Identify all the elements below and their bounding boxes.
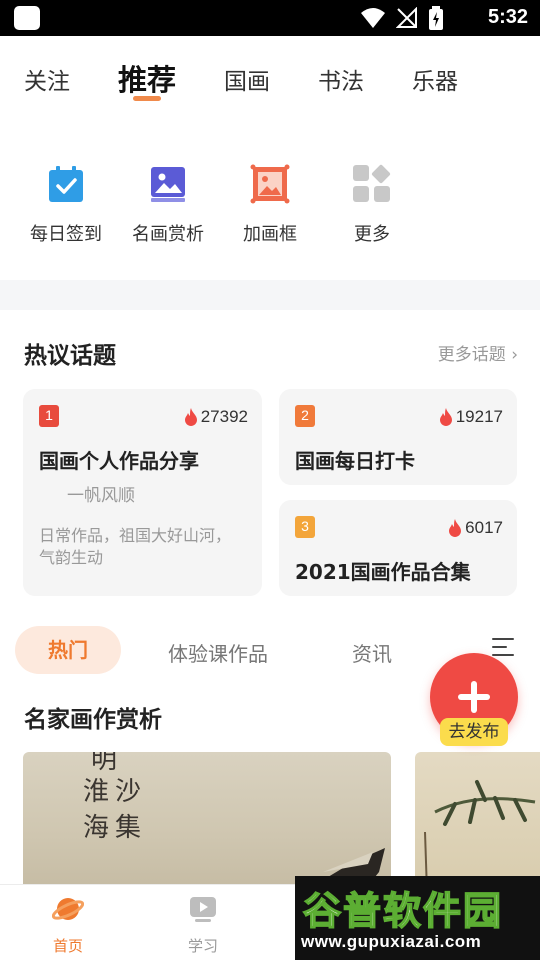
shortcut-famous-paintings[interactable]: 名画赏析	[113, 158, 223, 246]
heat-count: 6017	[448, 518, 503, 538]
flame-icon	[449, 519, 462, 537]
topic-card-3[interactable]: 3 6017 2021国画作品合集	[279, 500, 517, 596]
status-time: 5:32	[487, 6, 528, 28]
planet-icon	[51, 898, 85, 920]
feed-tab-trial-works[interactable]: 体验课作品	[168, 638, 268, 667]
painting-thumbnail[interactable]: 明 沙集 淮海	[23, 752, 391, 892]
chevron-right-icon: ›	[511, 345, 518, 365]
tab-instruments[interactable]: 乐器	[412, 62, 458, 96]
heat-value: 6017	[465, 518, 503, 537]
section-divider	[0, 280, 540, 310]
wifi-icon	[361, 8, 385, 28]
shortcut-add-frame[interactable]: 加画框	[215, 158, 325, 246]
heat-value: 19217	[455, 407, 503, 426]
shortcut-label: 每日签到	[30, 224, 102, 245]
topic-author: 一帆风顺	[67, 486, 135, 506]
shortcut-daily-checkin[interactable]: 每日签到	[11, 158, 121, 246]
nav-learn[interactable]: 学习	[163, 893, 243, 956]
grid-more-icon	[352, 164, 392, 204]
plus-icon-vertical	[471, 681, 477, 713]
shortcut-label: 更多	[354, 224, 390, 245]
topic-title: 2021国画作品合集	[295, 560, 471, 584]
shortcut-label: 加画框	[243, 224, 297, 245]
shortcut-more[interactable]: 更多	[317, 158, 427, 246]
frame-icon	[250, 164, 290, 204]
flame-icon	[439, 408, 452, 426]
topic-card-2[interactable]: 2 19217 国画每日打卡	[279, 389, 517, 485]
topic-description: 日常作品，祖国大好山河，气韵生动	[39, 526, 232, 567]
picture-icon	[148, 164, 188, 204]
heat-count: 27392	[184, 407, 248, 427]
flame-icon	[184, 408, 197, 426]
feed-tab-news[interactable]: 资讯	[352, 638, 392, 667]
battery-icon	[429, 6, 443, 30]
watermark-title: 谷普软件园	[302, 888, 504, 934]
feed-tab-hot[interactable]: 热门	[15, 626, 121, 674]
app-icon	[14, 6, 40, 30]
topic-title: 国画每日打卡	[295, 449, 415, 473]
topic-card-1[interactable]: 1 27392 国画个人作品分享 一帆风顺 日常作品，祖国大好山河，气韵生动	[23, 389, 262, 596]
tab-follow[interactable]: 关注	[24, 62, 70, 96]
no-signal-icon	[396, 7, 417, 28]
shortcut-label: 名画赏析	[132, 224, 204, 245]
calendar-check-icon	[46, 164, 86, 204]
painting-thumbnail[interactable]	[415, 752, 540, 892]
bamboo-painting	[424, 780, 536, 892]
topic-title: 国画个人作品分享	[39, 449, 199, 473]
tab-recommend[interactable]: 推荐	[118, 57, 176, 99]
watermark-logo: 谷普软件园 www.gupuxiazai.com	[295, 876, 540, 960]
tab-guohua[interactable]: 国画	[224, 62, 270, 96]
heat-value: 27392	[200, 407, 248, 426]
heat-count: 19217	[439, 407, 503, 427]
ink-brush-stroke	[303, 848, 385, 892]
rank-badge: 2	[295, 405, 315, 427]
publish-label[interactable]: 去发布	[440, 718, 508, 746]
hot-topics-title: 热议话题	[24, 343, 116, 369]
nav-home[interactable]: 首页	[28, 893, 108, 956]
tab-calligraphy[interactable]: 书法	[318, 62, 364, 96]
rank-badge: 1	[39, 405, 59, 427]
more-topics-label: 更多话题	[437, 345, 506, 365]
nav-label: 学习	[187, 937, 218, 955]
play-icon	[190, 897, 216, 922]
top-tabs: 关注 推荐 国画 书法 乐器	[0, 36, 540, 116]
active-tab-indicator	[133, 96, 161, 101]
more-topics-link[interactable]: 更多话题 ›	[438, 340, 518, 365]
watermark-url: www.gupuxiazai.com	[301, 932, 482, 951]
status-icons	[360, 6, 444, 30]
featured-title: 名家画作赏析	[24, 707, 162, 733]
status-bar: 5:32	[0, 0, 540, 36]
nav-label: 首页	[52, 937, 83, 955]
rank-badge: 3	[295, 516, 315, 538]
shortcut-grid: 每日签到 名画赏析 加画框 更多	[0, 158, 540, 268]
